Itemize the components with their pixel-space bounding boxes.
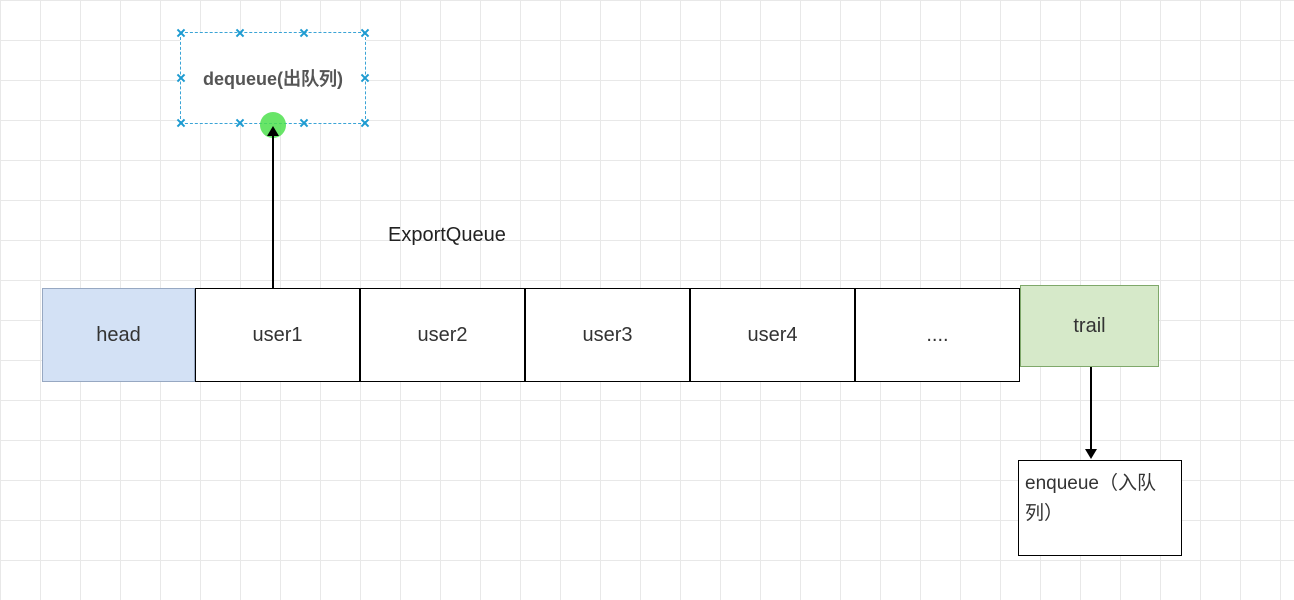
- queue-cell[interactable]: ....: [855, 288, 1020, 382]
- cell-label: ....: [926, 324, 948, 347]
- arrow-dequeue: [272, 128, 274, 288]
- selection-handle[interactable]: [176, 28, 186, 38]
- cell-label: user4: [747, 324, 797, 347]
- dequeue-label: dequeue(出队列): [203, 65, 343, 91]
- selection-handle[interactable]: [360, 73, 370, 83]
- queue-row: head user1 user2 user3 user4 .... trail: [42, 288, 1159, 382]
- selection-handle[interactable]: [176, 118, 186, 128]
- queue-cell[interactable]: user3: [525, 288, 690, 382]
- enqueue-label: enqueue（入队列）: [1025, 473, 1156, 524]
- selection-handle[interactable]: [299, 118, 309, 128]
- dequeue-box[interactable]: dequeue(出队列): [180, 32, 366, 124]
- trail-cell[interactable]: trail: [1020, 285, 1159, 367]
- head-label: head: [96, 324, 141, 347]
- selection-handle[interactable]: [360, 28, 370, 38]
- queue-cell[interactable]: user4: [690, 288, 855, 382]
- cell-label: user3: [582, 324, 632, 347]
- head-cell[interactable]: head: [42, 288, 195, 382]
- selection-handle[interactable]: [235, 118, 245, 128]
- selection-handle[interactable]: [176, 73, 186, 83]
- enqueue-box[interactable]: enqueue（入队列）: [1018, 460, 1182, 556]
- arrow-enqueue: [1090, 367, 1092, 457]
- selection-handle[interactable]: [299, 28, 309, 38]
- queue-cell[interactable]: user1: [195, 288, 360, 382]
- queue-cell[interactable]: user2: [360, 288, 525, 382]
- trail-label: trail: [1073, 315, 1105, 338]
- cell-label: user1: [252, 324, 302, 347]
- selection-handle[interactable]: [235, 28, 245, 38]
- queue-title: ExportQueue: [388, 224, 506, 247]
- selection-handle[interactable]: [360, 118, 370, 128]
- cell-label: user2: [417, 324, 467, 347]
